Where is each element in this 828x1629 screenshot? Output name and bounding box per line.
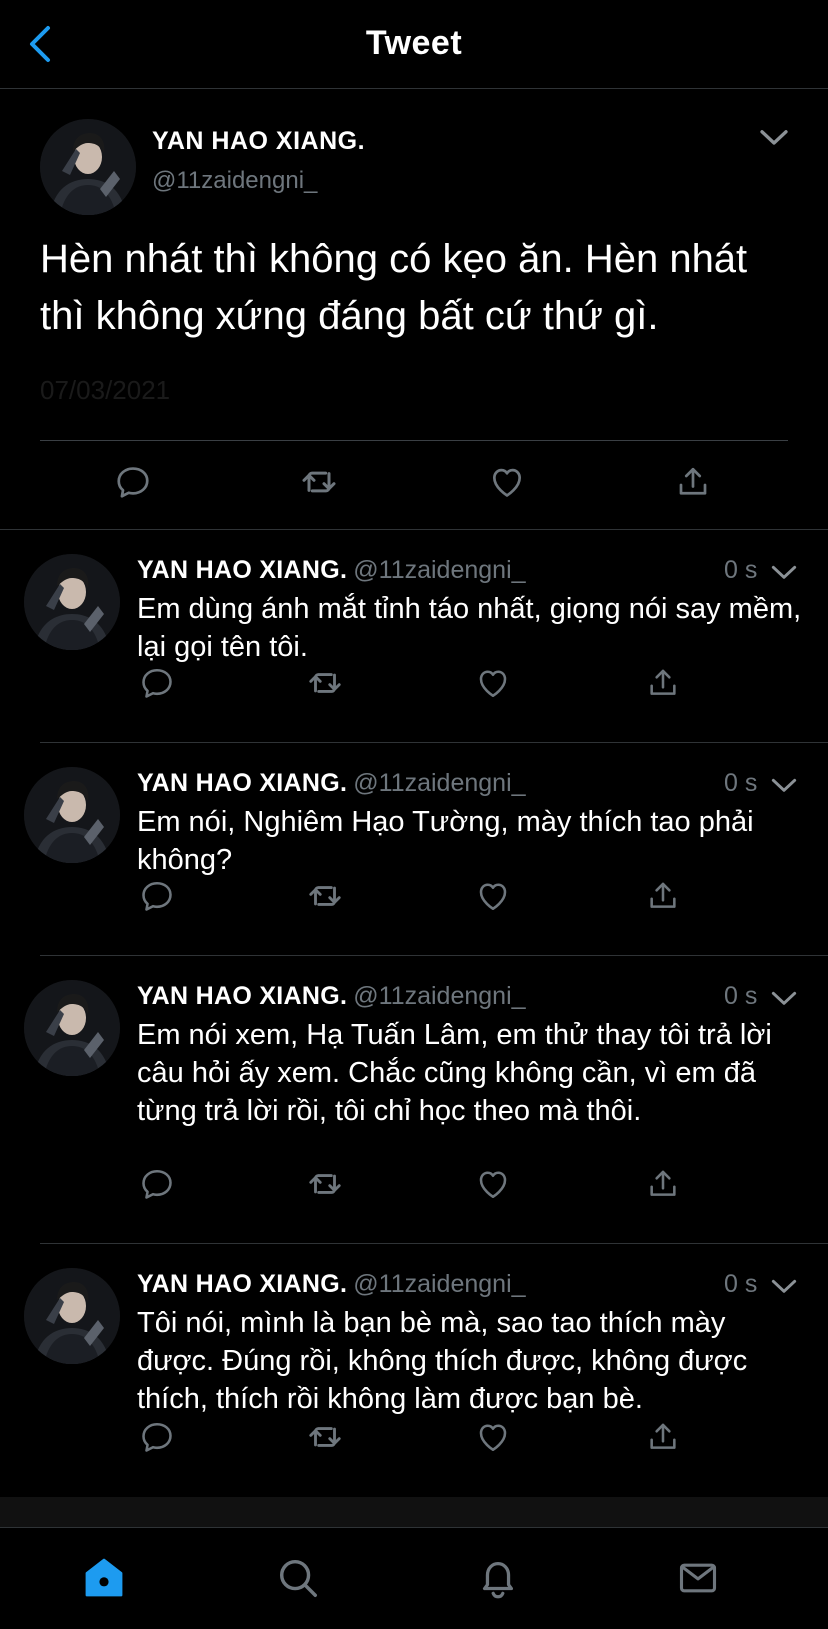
tweet-actions [0, 1412, 828, 1462]
tweet-date: 07/03/2021 [40, 375, 171, 405]
divider [40, 440, 788, 441]
heart-icon [475, 665, 511, 701]
share-button[interactable] [638, 1159, 688, 1209]
retweet-button[interactable] [300, 1412, 350, 1462]
reply-button[interactable] [132, 658, 182, 708]
messages-icon [679, 1563, 717, 1593]
timestamp: 0 s [724, 769, 758, 797]
share-icon [646, 1167, 680, 1201]
heart-icon [475, 1166, 511, 1202]
reply-button[interactable] [132, 871, 182, 921]
avatar[interactable] [24, 1268, 120, 1364]
reply-tweet[interactable]: YAN HAO XIANG. @11zaidengni_ 0 s Tôi nói,… [0, 1244, 828, 1497]
author-handle[interactable]: @11zaidengni_ [353, 769, 525, 797]
retweet-icon [306, 1165, 344, 1203]
retweet-button[interactable] [300, 871, 350, 921]
search-icon [279, 1559, 317, 1597]
retweet-icon [299, 462, 339, 502]
tweet-actions [0, 871, 828, 921]
reply-tweet[interactable]: YAN HAO XIANG. @11zaidengni_ 0 s Em nói x… [0, 956, 828, 1244]
share-icon [646, 1420, 680, 1454]
navigation-header: Tweet [0, 0, 828, 89]
author-handle[interactable]: @11zaidengni_ [353, 556, 525, 584]
like-button[interactable] [468, 1412, 518, 1462]
retweet-button[interactable] [300, 658, 350, 708]
reply-header: YAN HAO XIANG. @11zaidengni_ [137, 1270, 526, 1299]
reply-header: YAN HAO XIANG. @11zaidengni_ [137, 769, 526, 798]
tweet-text: Em dùng ánh mắt tỉnh táo nhất, giọng nói… [137, 593, 802, 663]
tweet-text: Em nói, Nghiêm Hạo Tường, mày thích tao … [137, 806, 754, 876]
share-button[interactable] [638, 1412, 688, 1462]
share-icon [675, 464, 711, 500]
reply-header: YAN HAO XIANG. @11zaidengni_ [137, 556, 526, 585]
timestamp: 0 s [724, 1270, 758, 1298]
retweet-button[interactable] [294, 457, 344, 507]
reply-icon [139, 878, 175, 914]
tweet-actions [0, 1159, 828, 1209]
reply-header: YAN HAO XIANG. @11zaidengni_ [137, 982, 526, 1011]
chevron-down-icon[interactable] [768, 556, 800, 588]
avatar[interactable] [24, 767, 120, 863]
like-button[interactable] [468, 871, 518, 921]
reply-icon [114, 463, 152, 501]
tab-notifications[interactable] [468, 1548, 528, 1608]
reply-button[interactable] [132, 1412, 182, 1462]
share-button[interactable] [668, 457, 718, 507]
timestamp: 0 s [724, 556, 758, 584]
heart-icon [475, 878, 511, 914]
avatar[interactable] [24, 554, 120, 650]
retweet-icon [306, 1418, 344, 1456]
retweet-icon [306, 664, 344, 702]
share-button[interactable] [638, 658, 688, 708]
chevron-down-icon[interactable] [768, 982, 800, 1014]
share-icon [646, 879, 680, 913]
home-icon [85, 1558, 123, 1597]
retweet-icon [306, 877, 344, 915]
avatar[interactable] [40, 119, 136, 215]
tab-bar [0, 1527, 828, 1629]
tab-messages[interactable] [668, 1548, 728, 1608]
timestamp: 0 s [724, 982, 758, 1010]
thread-end-spacer [0, 1497, 828, 1527]
chevron-down-icon[interactable] [756, 119, 792, 155]
main-tweet: YAN HAO XIANG. @11zaidengni_ Hèn nhát th… [0, 89, 828, 530]
author-handle[interactable]: @11zaidengni_ [353, 1270, 525, 1298]
author-handle[interactable]: @11zaidengni_ [353, 982, 525, 1010]
like-button[interactable] [468, 1159, 518, 1209]
author-name[interactable]: YAN HAO XIANG. [137, 982, 347, 1010]
like-button[interactable] [468, 658, 518, 708]
tweet-actions [0, 449, 828, 519]
share-icon [646, 666, 680, 700]
tweet-actions [0, 658, 828, 708]
reply-button[interactable] [132, 1159, 182, 1209]
reply-tweet[interactable]: YAN HAO XIANG. @11zaidengni_ 0 s Em dùng … [0, 530, 828, 743]
chevron-down-icon[interactable] [768, 1270, 800, 1302]
tab-search[interactable] [268, 1548, 328, 1608]
tweet-text: Tôi nói, mình là bạn bè mà, sao tao thíc… [137, 1307, 748, 1415]
heart-icon [475, 1419, 511, 1455]
tweet-text: Hèn nhát thì không có kẹo ăn. Hèn nhát t… [40, 237, 748, 338]
reply-tweet[interactable]: YAN HAO XIANG. @11zaidengni_ 0 s Em nói, … [0, 743, 828, 956]
reply-button[interactable] [108, 457, 158, 507]
author-handle[interactable]: @11zaidengni_ [152, 167, 317, 195]
author-name[interactable]: YAN HAO XIANG. [137, 769, 347, 797]
reply-icon [139, 1166, 175, 1202]
author-name[interactable]: YAN HAO XIANG. [137, 556, 347, 584]
reply-icon [139, 1419, 175, 1455]
heart-icon [488, 463, 526, 501]
retweet-button[interactable] [300, 1159, 350, 1209]
page-title: Tweet [365, 24, 463, 62]
notifications-icon [482, 1561, 514, 1599]
author-name[interactable]: YAN HAO XIANG. [152, 127, 365, 156]
avatar[interactable] [24, 980, 120, 1076]
reply-icon [139, 665, 175, 701]
tweet-text: Em nói xem, Hạ Tuấn Lâm, em thử thay tôi… [137, 1019, 772, 1127]
tab-home[interactable] [74, 1548, 134, 1608]
author-name[interactable]: YAN HAO XIANG. [137, 1270, 347, 1298]
chevron-down-icon[interactable] [768, 769, 800, 801]
share-button[interactable] [638, 871, 688, 921]
like-button[interactable] [482, 457, 532, 507]
